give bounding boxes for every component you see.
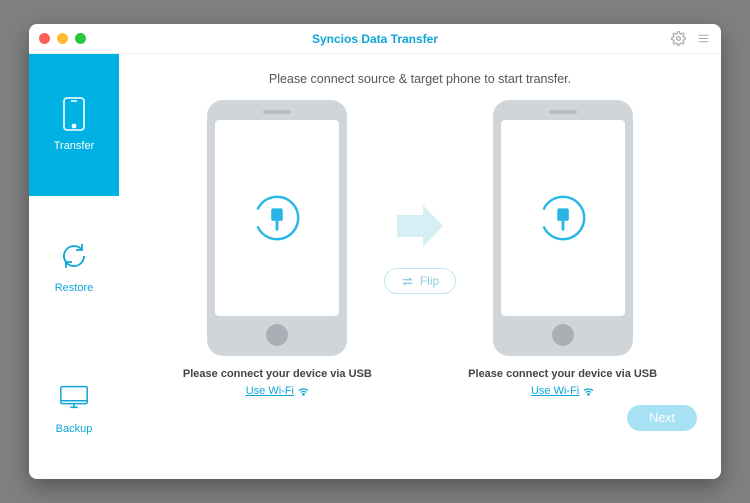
source-status: Please connect your device via USB xyxy=(183,368,372,380)
flip-button[interactable]: Flip xyxy=(384,268,456,294)
restore-icon xyxy=(58,240,90,272)
sidebar-item-label: Backup xyxy=(56,423,93,435)
usb-plug-icon xyxy=(251,192,303,244)
main-panel: Please connect source & target phone to … xyxy=(119,54,721,479)
target-device-panel: Please connect your device via USB Use W… xyxy=(468,100,657,397)
wifi-icon xyxy=(298,387,309,396)
phone-icon xyxy=(58,98,90,130)
app-window: Syncios Data Transfer Transfer Restor xyxy=(29,24,721,479)
sidebar-item-label: Restore xyxy=(55,282,94,294)
source-device-panel: Please connect your device via USB Use W… xyxy=(183,100,372,397)
gear-icon[interactable] xyxy=(671,31,686,46)
sidebar-item-transfer[interactable]: Transfer xyxy=(29,54,119,196)
sidebar-item-backup[interactable]: Backup xyxy=(29,337,119,479)
next-button[interactable]: Next xyxy=(627,405,697,431)
sidebar: Transfer Restore Backup xyxy=(29,54,119,479)
phone-illustration xyxy=(207,100,347,356)
usb-plug-icon xyxy=(537,192,589,244)
target-wifi-link[interactable]: Use Wi-Fi xyxy=(531,385,594,397)
menu-icon[interactable] xyxy=(696,31,711,46)
sidebar-item-restore[interactable]: Restore xyxy=(29,196,119,338)
sidebar-item-label: Transfer xyxy=(54,140,95,152)
wifi-icon xyxy=(583,387,594,396)
app-title: Syncios Data Transfer xyxy=(29,32,721,46)
swap-icon xyxy=(401,276,414,287)
backup-icon xyxy=(58,381,90,413)
phone-illustration xyxy=(493,100,633,356)
instruction-text: Please connect source & target phone to … xyxy=(269,72,571,86)
titlebar: Syncios Data Transfer xyxy=(29,24,721,54)
transfer-arrow-icon xyxy=(395,203,445,254)
target-status: Please connect your device via USB xyxy=(468,368,657,380)
source-wifi-link[interactable]: Use Wi-Fi xyxy=(246,385,309,397)
